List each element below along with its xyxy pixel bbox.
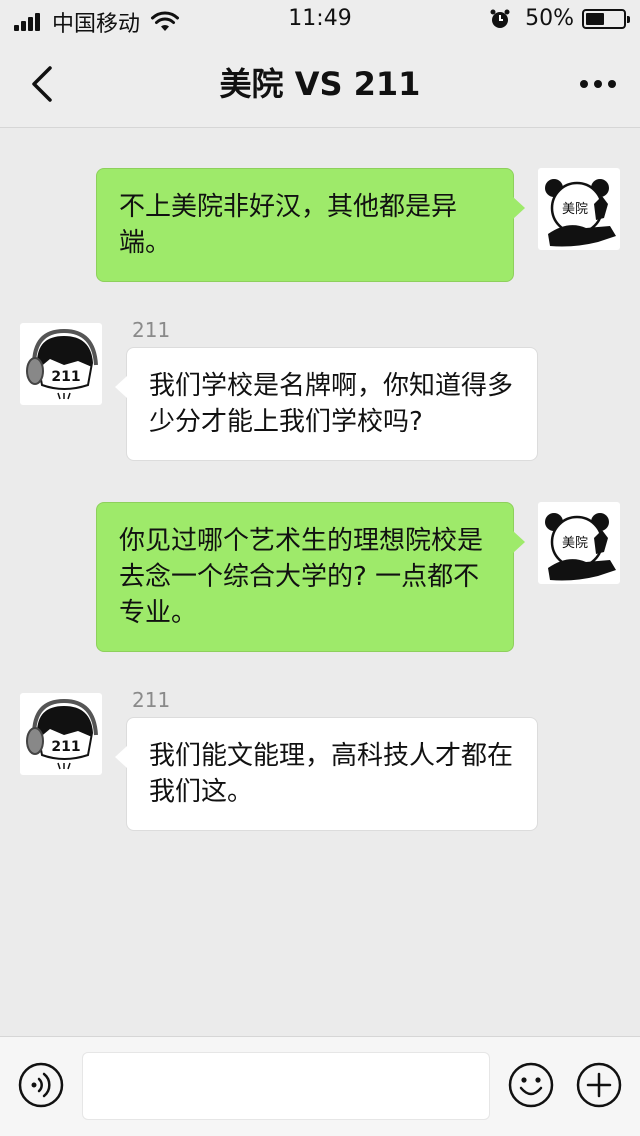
voice-icon — [18, 1062, 64, 1108]
battery-percent: 50% — [525, 6, 574, 31]
battery-fill — [586, 12, 604, 25]
avatar-me[interactable]: 美院 — [538, 168, 620, 250]
plus-icon — [576, 1062, 622, 1108]
emoji-icon — [508, 1062, 554, 1108]
avatar-me-label: 美院 — [562, 536, 588, 551]
avatar-211[interactable]: 211 — [20, 693, 102, 775]
plus-button[interactable] — [575, 1061, 623, 1109]
message-bubble-outgoing[interactable]: 不上美院非好汉，其他都是异端。 — [96, 168, 525, 282]
message-bubble-incoming[interactable]: 我们能文能理，高科技人才都在我们这。 — [115, 717, 538, 831]
message-bubble-incoming[interactable]: 我们学校是名牌啊，你知道得多少分才能上我们学校吗? — [115, 347, 538, 461]
headphone-avatar-icon: 211 — [26, 328, 98, 400]
headphone-avatar-icon: 211 — [26, 698, 98, 770]
panda-avatar-icon: 美院 — [545, 513, 616, 581]
more-button[interactable] — [574, 64, 622, 104]
emoji-button[interactable] — [507, 1061, 555, 1109]
avatar-211[interactable]: 211 — [20, 323, 102, 405]
panda-avatar-icon: 美院 — [545, 179, 616, 247]
avatar-me[interactable]: 美院 — [538, 502, 620, 584]
sender-name: 211 — [132, 688, 171, 712]
back-button[interactable] — [20, 60, 64, 108]
sender-name: 211 — [132, 318, 171, 342]
nav-bar: 美院 VS 211 — [0, 40, 640, 128]
ellipsis-icon — [580, 80, 616, 88]
avatar-me-label: 美院 — [562, 202, 588, 217]
chevron-left-icon — [32, 66, 52, 102]
status-bar: 中国移动 11:49 50% — [0, 0, 640, 40]
battery-icon — [582, 8, 630, 29]
message-bubble-outgoing[interactable]: 你见过哪个艺术生的理想院校是去念一个综合大学的? 一点都不专业。 — [96, 502, 525, 652]
message-input[interactable] — [82, 1052, 490, 1120]
chat-title: 美院 VS 211 — [219, 65, 421, 103]
alarm-icon — [490, 9, 510, 28]
voice-button[interactable] — [17, 1061, 65, 1109]
input-bar — [0, 1036, 640, 1136]
avatar-211-label: 211 — [51, 739, 80, 755]
status-right: 50% — [489, 6, 630, 31]
avatar-211-label: 211 — [51, 369, 80, 385]
